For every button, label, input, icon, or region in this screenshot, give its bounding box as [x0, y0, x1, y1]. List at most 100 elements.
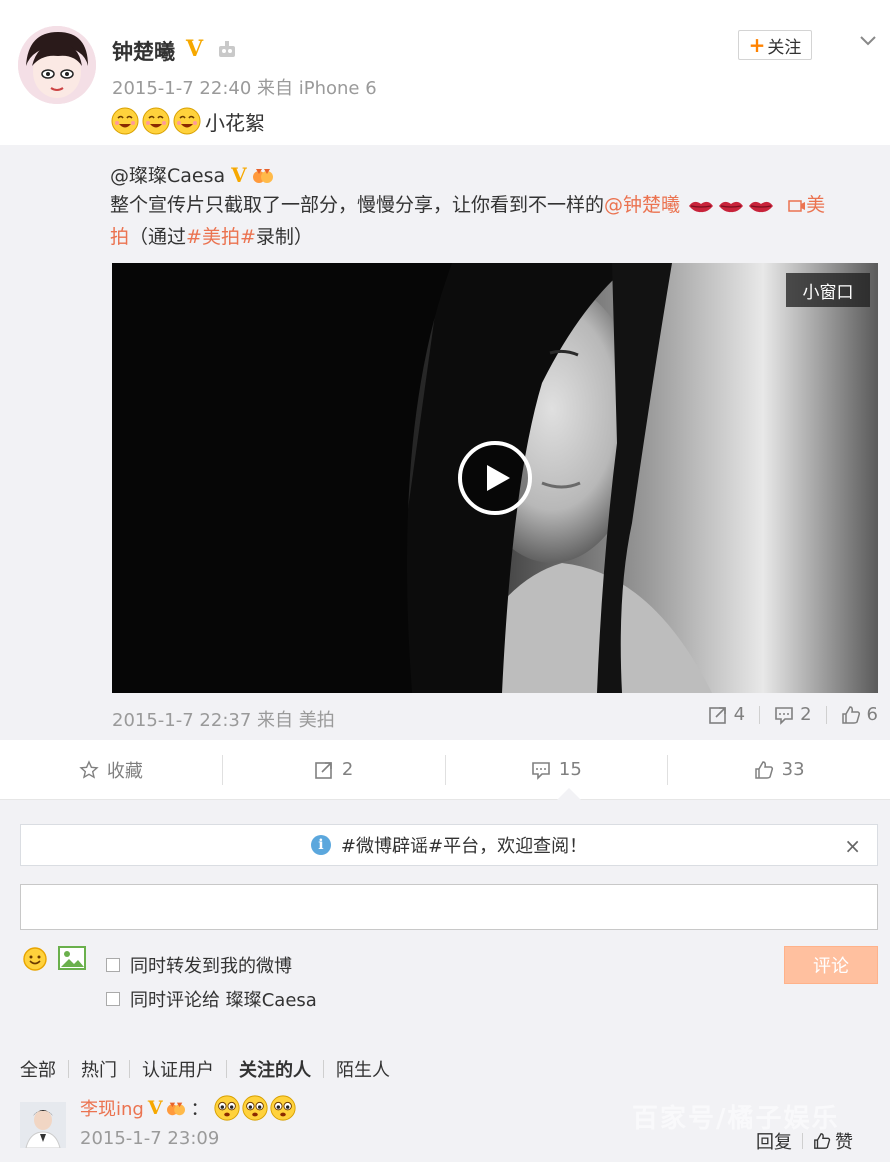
follow-label: 关注 [767, 37, 802, 58]
comment-user[interactable]: 李现ing [80, 1095, 144, 1121]
divider [759, 705, 761, 724]
post-header: 钟楚曦 V 2015-1-7 22:40 来自 iPhone 6 小花絮 + 关… [0, 0, 890, 145]
play-icon[interactable] [456, 439, 534, 517]
comment-icon [775, 706, 793, 725]
comment-to-author-checkbox[interactable]: 同时评论给 璨璨Caesa [106, 986, 317, 1012]
comment-icon [532, 761, 550, 780]
reply-button[interactable]: 回复 [756, 1128, 792, 1154]
repost-to-my-weibo-checkbox[interactable]: 同时转发到我的微博 [106, 952, 292, 978]
repost-text: 整个宣传片只截取了一部分，慢慢分享，让你看到不一样的@钟楚曦 美拍（通过#美拍#… [110, 189, 882, 253]
checkbox-label: 同时转发到我的微博 [130, 956, 292, 977]
via-text: （通过 [129, 226, 187, 248]
post-meta: 2015-1-7 22:40 来自 iPhone 6 [112, 78, 377, 99]
repost-comment-button[interactable]: 2 [774, 704, 812, 725]
lips-icon [689, 201, 714, 212]
filter-verified[interactable]: 认证用户 [142, 1056, 214, 1082]
comment-line: 李现ing V ： [80, 1094, 297, 1122]
comment-pointer [557, 788, 581, 800]
comment-like-button[interactable]: 赞 [835, 1128, 853, 1154]
repost-forward-button[interactable]: 4 [708, 704, 745, 725]
emoji-icon [241, 1095, 268, 1121]
emoji-icon [173, 107, 201, 135]
close-icon[interactable]: × [844, 834, 861, 858]
comment-actions: 回复 赞 [756, 1128, 853, 1154]
vip-badge-icon: V [186, 36, 204, 62]
action-bar: 收藏 2 15 33 [0, 740, 890, 800]
filter-hot[interactable]: 热门 [81, 1056, 117, 1082]
divider [68, 1060, 69, 1078]
mini-window-button[interactable]: 小窗口 [786, 273, 870, 307]
comment-input[interactable] [20, 884, 878, 930]
notice-banner: i #微博辟谣#平台，欢迎查阅！ × [20, 824, 878, 866]
favorite-button[interactable]: 收藏 [0, 740, 222, 799]
meipai-link-cont[interactable]: 拍 [110, 226, 129, 248]
repost-body: 整个宣传片只截取了一部分，慢慢分享，让你看到不一样的 [110, 194, 605, 216]
video-link-icon [788, 199, 806, 212]
medal-icon [166, 1102, 185, 1116]
emoji-icon [142, 107, 170, 135]
repost-comment-count: 2 [800, 704, 812, 725]
filter-following[interactable]: 关注的人 [239, 1056, 311, 1082]
forward-icon [315, 761, 332, 779]
video-player[interactable]: 小窗口 [112, 263, 878, 693]
star-icon [79, 759, 99, 779]
like-icon[interactable] [813, 1132, 831, 1150]
filter-all[interactable]: 全部 [20, 1056, 56, 1082]
comment-filter-bar: 全部 热门 认证用户 关注的人 陌生人 [20, 1056, 390, 1082]
repost-actions: 4 2 6 [708, 704, 878, 725]
comment-avatar[interactable] [20, 1102, 66, 1148]
forward-count: 2 [341, 759, 354, 780]
repost-like-count: 6 [866, 704, 878, 725]
forward-button[interactable]: 2 [223, 740, 445, 799]
robot-icon [219, 41, 235, 57]
like-count: 33 [781, 759, 805, 780]
checkbox-label: 同时评论给 璨璨Caesa [130, 990, 317, 1011]
comment-meta: 2015-1-7 23:09 [80, 1128, 220, 1149]
author-avatar[interactable] [18, 26, 96, 104]
filter-strangers[interactable]: 陌生人 [336, 1056, 390, 1082]
lips-icon [749, 201, 774, 212]
colon: ： [190, 1099, 209, 1120]
meipai-link[interactable]: 美 [806, 194, 825, 216]
notice-text[interactable]: #微博辟谣#平台，欢迎查阅！ [341, 832, 587, 858]
checkbox[interactable] [106, 958, 120, 972]
repost-box: @璨璨Caesa V 整个宣传片只截取了一部分，慢慢分享，让你看到不一样的@钟楚… [0, 145, 890, 740]
author-name[interactable]: 钟楚曦 [112, 36, 175, 66]
repost-meta: 2015-1-7 22:37 来自 美拍 [112, 710, 335, 731]
emoji-icon [269, 1095, 296, 1121]
forward-icon [708, 706, 726, 724]
submit-comment-button[interactable]: 评论 [784, 946, 878, 984]
image-icon[interactable] [58, 946, 86, 970]
vip-badge-icon: V [231, 162, 247, 187]
emoji-icon [213, 1095, 240, 1121]
vip-badge-icon: V [147, 1097, 163, 1119]
divider [802, 1133, 803, 1149]
like-icon [754, 760, 773, 779]
comment-area: i #微博辟谣#平台，欢迎查阅！ × 同时转发到我的微博 同时评论给 璨璨Cae… [0, 800, 890, 1162]
lips-icon [719, 201, 744, 212]
divider [129, 1060, 130, 1078]
divider [825, 705, 827, 724]
emoji-icon [111, 107, 139, 135]
post-text: 小花絮 [205, 110, 265, 135]
checkbox[interactable] [106, 992, 120, 1006]
smile-icon[interactable] [22, 946, 48, 972]
repost-like-button[interactable]: 6 [841, 704, 878, 725]
divider [323, 1060, 324, 1078]
post-content: 小花絮 [110, 106, 265, 136]
like-button[interactable]: 33 [668, 740, 890, 799]
info-icon: i [310, 835, 331, 855]
plus-icon: + [748, 33, 766, 57]
follow-button[interactable]: + 关注 [738, 30, 812, 60]
repost-forward-count: 4 [733, 704, 746, 725]
mention-link[interactable]: @钟楚曦 [604, 194, 680, 216]
comment-count: 15 [558, 759, 582, 780]
like-icon [841, 705, 860, 724]
repost-author[interactable]: @璨璨Caesa [110, 161, 225, 188]
medal-icon [252, 168, 273, 183]
divider [226, 1060, 227, 1078]
chevron-down-icon[interactable] [858, 30, 878, 50]
via-text-end: 录制） [255, 226, 313, 248]
topic-link[interactable]: #美拍# [186, 226, 256, 248]
favorite-label: 收藏 [106, 760, 143, 782]
